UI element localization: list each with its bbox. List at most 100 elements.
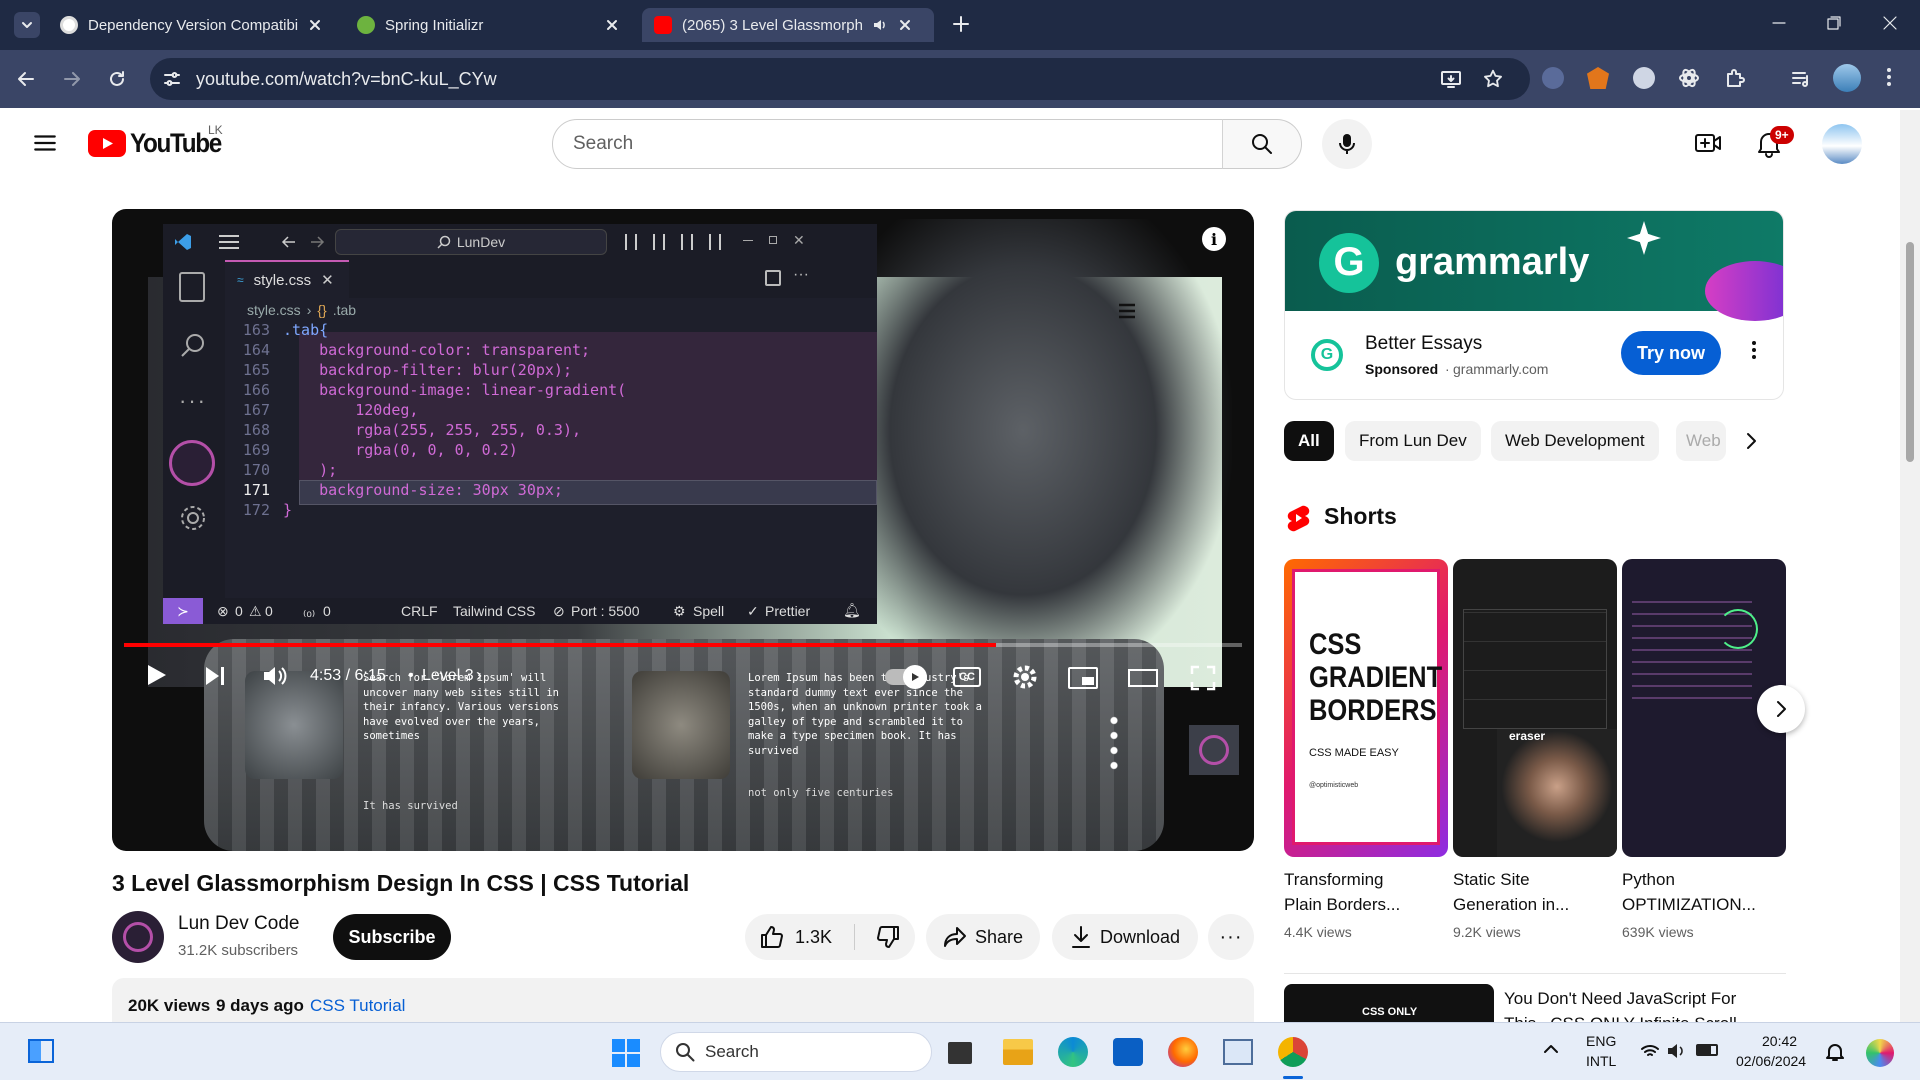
widgets-icon[interactable] (28, 1039, 54, 1063)
play-button[interactable] (146, 663, 168, 687)
extension-icon[interactable] (1633, 67, 1655, 89)
window-close-icon[interactable] (1882, 15, 1898, 31)
theater-mode-button[interactable] (1128, 669, 1158, 687)
channel-name[interactable]: Lun Dev Code (178, 913, 299, 935)
chip-web-development[interactable]: Web Development (1491, 421, 1659, 461)
extension-icon[interactable] (1542, 67, 1564, 89)
media-control-icon[interactable] (1790, 67, 1812, 89)
volume-button[interactable] (262, 664, 288, 688)
more-actions-button[interactable]: ··· (1208, 914, 1254, 960)
bookmark-star-icon[interactable] (1482, 68, 1504, 90)
clock-date[interactable]: 02/06/2024 (1736, 1053, 1806, 1069)
notification-bell-icon[interactable] (1826, 1042, 1844, 1062)
taskbar-search[interactable]: Search (660, 1032, 932, 1072)
page-scrollbar[interactable] (1900, 110, 1920, 1022)
info-icon[interactable]: i (1202, 227, 1226, 251)
short-title[interactable]: Transforming Plain Borders... (1284, 867, 1400, 917)
fullscreen-button[interactable] (1190, 665, 1216, 691)
back-icon[interactable] (16, 69, 36, 89)
scrollbar-thumb[interactable] (1906, 242, 1914, 462)
minimize-icon[interactable] (1771, 15, 1787, 31)
chips-next-icon[interactable] (1744, 431, 1758, 451)
tab-youtube-video[interactable]: (2065) 3 Level Glassmorphis (642, 8, 934, 42)
extensions-puzzle-icon[interactable] (1724, 67, 1746, 89)
progress-bar[interactable] (124, 643, 1242, 647)
chapter-title[interactable]: Level 3 (422, 667, 474, 685)
line-number: 172 (242, 501, 270, 519)
short-title[interactable]: Static Site Generation in... (1453, 867, 1569, 917)
cloud-decoration (1705, 261, 1783, 321)
subscribe-label: Subscribe (348, 926, 436, 947)
extension-icon[interactable] (1678, 67, 1700, 89)
ad-card[interactable]: G grammarly G Better Essays Sponsored · … (1284, 210, 1784, 400)
line-code: background-size: 30px 30px; (283, 481, 563, 499)
search-input[interactable]: Search (552, 119, 1224, 169)
forward-icon[interactable] (62, 69, 82, 89)
reload-icon[interactable] (107, 69, 127, 89)
chip-from-lun-dev[interactable]: From Lun Dev (1345, 421, 1481, 461)
task-view-icon[interactable] (948, 1042, 972, 1064)
channel-watermark[interactable] (1189, 725, 1239, 775)
chrome-menu-icon[interactable] (1886, 66, 1892, 88)
next-video-title[interactable]: You Don't Need JavaScript For This...CSS… (1504, 986, 1764, 1022)
tab-search-dropdown-icon[interactable] (14, 12, 40, 38)
chip-label: All (1298, 431, 1320, 450)
restore-icon[interactable] (1826, 15, 1842, 31)
presenter-face (1497, 729, 1617, 857)
autoplay-toggle[interactable] (885, 665, 927, 689)
chevron-up-icon[interactable] (1543, 1043, 1559, 1055)
search-icon (181, 334, 204, 357)
windows-start-icon[interactable] (612, 1039, 640, 1067)
task-manager-icon[interactable] (1223, 1039, 1253, 1065)
microsoft-store-icon[interactable] (1113, 1038, 1143, 1066)
ad-menu-icon[interactable] (1751, 339, 1757, 361)
video-player[interactable]: Search for 'lorem ipsum' will uncover ma… (112, 209, 1254, 851)
search-button[interactable] (1222, 119, 1302, 169)
voice-search-button[interactable] (1322, 119, 1372, 169)
short-thumbnail[interactable]: eraser (1453, 559, 1617, 857)
wifi-icon[interactable] (1640, 1043, 1660, 1059)
audio-playing-icon[interactable] (872, 17, 888, 33)
short-title[interactable]: Python OPTIMIZATION... (1622, 867, 1756, 917)
subscribe-button[interactable]: Subscribe (333, 914, 451, 960)
chrome-icon[interactable] (1278, 1037, 1308, 1067)
thumbs-down-icon (877, 926, 900, 948)
file-explorer-icon[interactable] (1003, 1039, 1033, 1065)
subtitles-button[interactable]: CC (953, 667, 981, 687)
site-info-icon[interactable] (162, 69, 182, 89)
next-video-button[interactable] (204, 665, 226, 687)
battery-icon[interactable] (1696, 1044, 1718, 1056)
guide-menu-icon[interactable] (32, 130, 58, 156)
next-video-thumbnail[interactable]: CSS ONLY (1284, 984, 1494, 1022)
tab-dependency-version[interactable]: Dependency Version Compatibi (48, 8, 338, 42)
like-button[interactable]: 1.3K (759, 925, 832, 949)
new-tab-icon[interactable] (952, 15, 970, 33)
profile-avatar[interactable] (1833, 64, 1861, 92)
clock-time[interactable]: 20:42 (1762, 1033, 1797, 1049)
firefox-icon[interactable] (1168, 1037, 1198, 1067)
short-thumbnail[interactable]: CSS GRADIENT BORDERS CSS MADE EASY @opti… (1284, 559, 1448, 857)
install-app-icon[interactable] (1440, 69, 1462, 89)
dislike-button[interactable] (875, 925, 901, 949)
close-icon[interactable] (898, 18, 912, 32)
settings-gear-icon[interactable] (1012, 664, 1038, 690)
close-icon[interactable] (605, 18, 619, 32)
edge-icon[interactable] (1058, 1037, 1088, 1067)
tab-spring-initializr[interactable]: Spring Initializr (345, 8, 635, 42)
chip-web[interactable]: Web (1676, 421, 1726, 461)
account-avatar[interactable] (1822, 124, 1862, 164)
close-icon[interactable] (308, 18, 322, 32)
chip-all[interactable]: All (1284, 421, 1334, 461)
shorts-next-button[interactable] (1757, 685, 1805, 733)
copilot-icon[interactable] (1866, 1039, 1894, 1067)
category-tag[interactable]: CSS Tutorial (310, 996, 405, 1016)
try-now-button[interactable]: Try now (1621, 331, 1721, 375)
volume-icon[interactable] (1666, 1042, 1686, 1060)
miniplayer-button[interactable] (1068, 667, 1098, 689)
download-button[interactable]: Download (1052, 914, 1198, 960)
address-bar[interactable]: youtube.com/watch?v=bnC-kuL_CYw (150, 58, 1530, 100)
create-video-icon[interactable] (1694, 131, 1722, 155)
input-language[interactable]: ENG (1586, 1033, 1616, 1049)
channel-avatar[interactable] (112, 911, 164, 963)
share-button[interactable]: Share (926, 914, 1040, 960)
